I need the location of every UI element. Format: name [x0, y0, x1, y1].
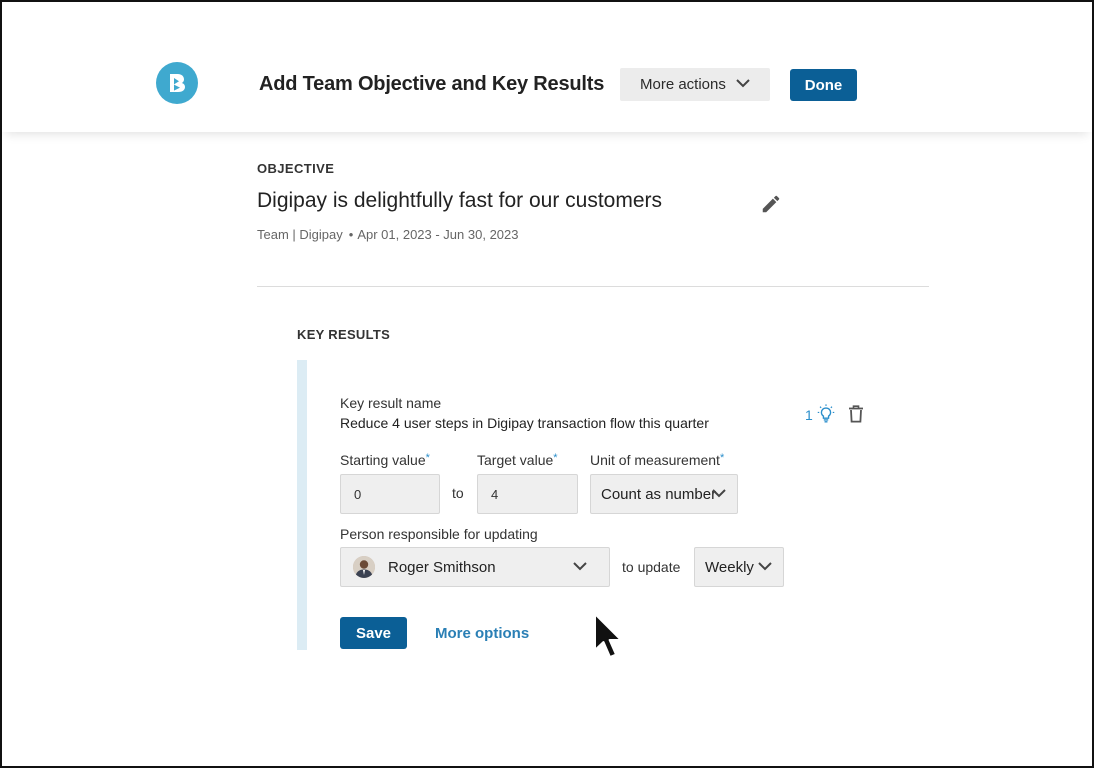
to-text: to	[452, 485, 464, 501]
update-frequency-select[interactable]: Weekly	[694, 547, 784, 587]
objective-team: Team | Digipay	[257, 227, 343, 242]
chevron-down-icon	[573, 562, 587, 571]
objective-meta: Team | Digipay • Apr 01, 2023 - Jun 30, 20…	[257, 227, 519, 242]
pencil-edit-icon[interactable]	[760, 193, 782, 215]
more-actions-button[interactable]: More actions	[620, 68, 770, 101]
chevron-down-icon	[736, 79, 750, 88]
unit-of-measurement-select[interactable]: Count as number	[590, 474, 738, 514]
starting-value-label: Starting value*	[340, 452, 430, 468]
key-result-name-value[interactable]: Reduce 4 user steps in Digipay transacti…	[340, 415, 709, 431]
person-select-value: Roger Smithson	[388, 558, 496, 576]
objective-section-label: OBJECTIVE	[257, 161, 335, 176]
done-button[interactable]: Done	[790, 69, 857, 101]
starting-value-label-text: Starting value	[340, 452, 426, 468]
key-result-name-label: Key result name	[340, 395, 442, 411]
target-value-input[interactable]	[477, 474, 578, 514]
unit-of-measurement-label: Unit of measurement*	[590, 452, 724, 468]
page-header: Add Team Objective and Key Results More …	[2, 2, 1092, 132]
trash-icon[interactable]	[848, 405, 864, 423]
avatar	[353, 556, 375, 578]
required-mark: *	[553, 452, 558, 464]
chevron-down-icon	[712, 489, 726, 498]
chevron-down-icon	[758, 562, 772, 571]
more-options-link[interactable]: More options	[435, 625, 529, 642]
save-button[interactable]: Save	[340, 617, 407, 649]
brand-logo-icon	[156, 62, 198, 104]
lightbulb-icon[interactable]	[815, 403, 837, 425]
meta-separator: •	[348, 227, 354, 242]
unit-select-value: Count as number	[601, 485, 717, 503]
key-results-section-label: KEY RESULTS	[297, 327, 391, 342]
ideas-count[interactable]: 1	[805, 407, 813, 423]
target-value-label-text: Target value	[477, 452, 554, 468]
mouse-cursor-icon	[594, 613, 622, 658]
objective-date-range: Apr 01, 2023 - Jun 30, 2023	[357, 227, 519, 242]
key-result-accent-bar	[297, 360, 307, 650]
to-update-text: to update	[622, 559, 681, 575]
person-responsible-select[interactable]: Roger Smithson	[340, 547, 610, 587]
unit-label-text: Unit of measurement	[590, 452, 720, 468]
required-mark: *	[425, 452, 430, 464]
required-mark: *	[719, 452, 725, 464]
page-title: Add Team Objective and Key Results	[259, 73, 605, 95]
section-divider	[257, 286, 929, 287]
frequency-select-value: Weekly	[705, 558, 754, 576]
starting-value-input[interactable]	[340, 474, 440, 514]
person-responsible-label: Person responsible for updating	[340, 526, 538, 542]
more-actions-label: More actions	[640, 76, 726, 93]
target-value-label: Target value*	[477, 452, 558, 468]
objective-title: Digipay is delightfully fast for our cus…	[257, 189, 662, 212]
